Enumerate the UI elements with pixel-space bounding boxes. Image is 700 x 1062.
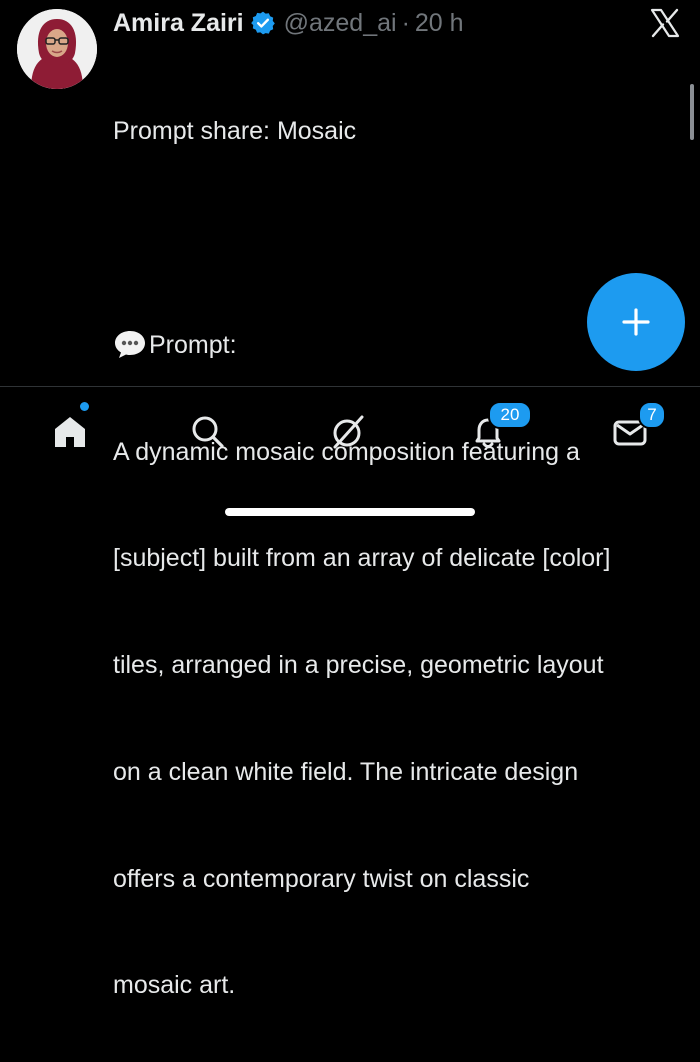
bottom-nav	[0, 387, 700, 487]
separator-dot: ·	[401, 8, 410, 37]
author-name[interactable]: Amira Zairi	[113, 9, 244, 38]
post-line: tiles, arranged in a precise, geometric …	[113, 651, 604, 680]
post-line: Prompt share: Mosaic	[113, 117, 357, 146]
home-unread-dot	[80, 402, 89, 411]
plus-icon	[622, 308, 650, 336]
post-line: [subject] built from an array of delicat…	[113, 544, 611, 573]
post-line: offers a contemporary twist on classic	[113, 864, 530, 893]
messages-badge: 7	[638, 401, 666, 429]
nav-search[interactable]	[183, 407, 233, 457]
grok-icon	[333, 415, 364, 449]
post-line	[113, 221, 688, 257]
prompt-label: Prompt:	[149, 330, 237, 359]
nav-home[interactable]	[45, 407, 95, 457]
home-indicator[interactable]	[225, 508, 475, 516]
verified-badge-icon	[250, 10, 276, 36]
nav-grok[interactable]	[323, 407, 373, 457]
scrollbar[interactable]	[690, 84, 694, 140]
notifications-badge: 20	[488, 401, 532, 429]
home-icon	[55, 417, 85, 447]
post-timestamp[interactable]: 20 h	[415, 9, 464, 38]
search-icon	[192, 416, 224, 448]
author-handle[interactable]: @azed_ai	[284, 9, 397, 38]
compose-button[interactable]	[587, 273, 685, 371]
post-line: mosaic art.	[113, 971, 236, 1000]
avatar[interactable]	[17, 9, 97, 89]
post-header: Amira Zairi @azed_ai · 20 h	[113, 5, 464, 41]
post-line: on a clean white field. The intricate de…	[113, 757, 579, 786]
speech-bubble-icon	[113, 329, 147, 359]
x-logo-icon[interactable]	[650, 8, 680, 38]
post-body: Prompt share: Mosaic Prompt: A dynamic m…	[113, 43, 688, 1062]
